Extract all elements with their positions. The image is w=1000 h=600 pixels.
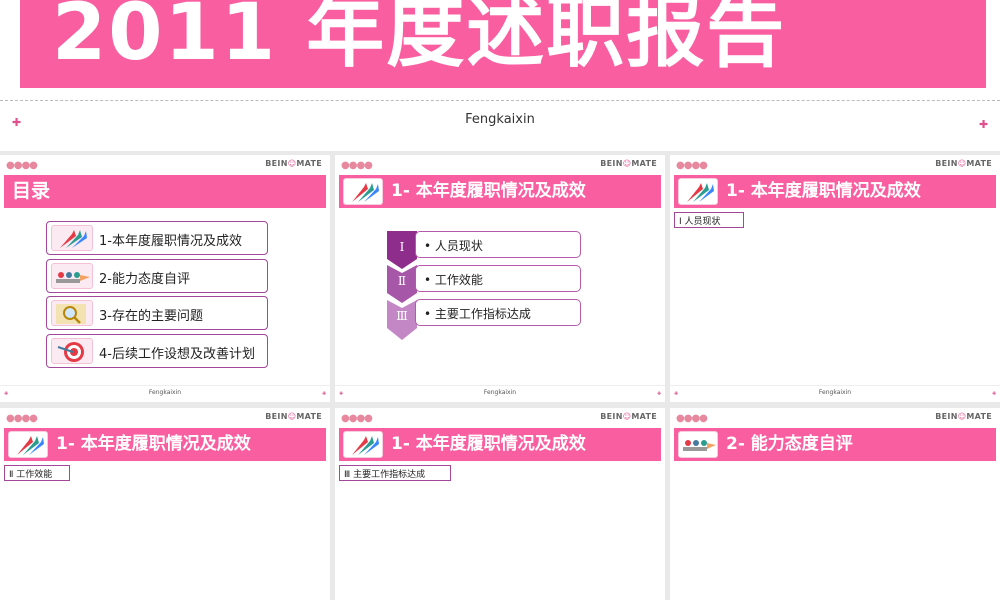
footer-line (0, 385, 330, 386)
pink-dots: ●●●● (341, 160, 373, 171)
toc-item[interactable]: 4-后续工作设想及改善计划 (46, 334, 268, 368)
list-item: • 工作效能 (415, 265, 581, 292)
toc-item-label: 2-能力态度自评 (99, 272, 190, 287)
arrows-icon (343, 178, 383, 205)
pink-dots: ●●●● (676, 413, 708, 424)
list-item: • 主要工作指标达成 (415, 299, 581, 326)
slide-footer-author: Fengkaixin (483, 389, 517, 396)
arrows-icon (8, 431, 48, 458)
brand-logo: BEIN☺MATE (265, 412, 322, 421)
toc-item[interactable]: 2-能力态度自评 (46, 259, 268, 293)
arrows-icon (678, 178, 718, 205)
pink-dots: ●●●● (676, 160, 708, 171)
slide-title-band: 1- 本年度履职情况及成效 (674, 175, 996, 208)
brand-logo: BEIN☺MATE (600, 159, 657, 168)
footer-line (335, 385, 665, 386)
slide-thumbnail-work-efficiency[interactable]: ●●●● BEIN☺MATE 1- 本年度履职情况及成效 Ⅱ 工作效能 (0, 408, 330, 600)
diamond-icon: ✚ (992, 391, 997, 397)
chevron-1: Ⅰ (387, 231, 417, 269)
slide-title: 1- 本年度履职情况及成效 (391, 434, 586, 454)
slide-title-band: 1- 本年度履职情况及成效 (4, 428, 326, 461)
brand-logo: BEIN☺MATE (935, 412, 992, 421)
slide-thumbnail-key-indicators[interactable]: ●●●● BEIN☺MATE 1- 本年度履职情况及成效 Ⅲ 主要工作指标达成 (335, 408, 665, 600)
diamond-icon: ✚ (657, 391, 662, 397)
pink-dots: ●●●● (6, 160, 38, 171)
slide-title-band: 1- 本年度履职情况及成效 (339, 175, 661, 208)
slide-title-band: 目录 (4, 175, 326, 208)
cover-divider (0, 100, 1000, 101)
brand-logo: BEIN☺MATE (265, 159, 322, 168)
slide-title-band: 1- 本年度履职情况及成效 (339, 428, 661, 461)
slide-title: 目录 (12, 180, 51, 202)
section-label: Ⅱ 工作效能 (4, 465, 70, 481)
target-icon (51, 338, 93, 364)
team-arrow-icon (51, 263, 93, 289)
team-arrow-icon (678, 431, 718, 458)
cover-title: 2011 年度述职报告 (52, 0, 787, 78)
slide-title: 1- 本年度履职情况及成效 (726, 181, 921, 201)
slide-footer-author: Fengkaixin (818, 389, 852, 396)
brand-logo: BEIN☺MATE (935, 159, 992, 168)
toc-item-label: 4-后续工作设想及改善计划 (99, 347, 255, 362)
cover-author: Fengkaixin (465, 112, 535, 127)
magnifier-icon (51, 300, 93, 326)
slide-title: 2- 能力态度自评 (726, 434, 853, 454)
chevron-3: Ⅲ (387, 300, 417, 340)
cover-title-band: 2011 年度述职报告 (20, 0, 986, 88)
slide-title: 1- 本年度履职情况及成效 (391, 181, 586, 201)
slide-title: 1- 本年度履职情况及成效 (56, 434, 251, 454)
toc-item[interactable]: 3-存在的主要问题 (46, 296, 268, 330)
section-label: Ⅲ 主要工作指标达成 (339, 465, 451, 481)
toc-item[interactable]: 1-本年度履职情况及成效 (46, 221, 268, 255)
arrows-icon (343, 431, 383, 458)
slide-thumbnail-staff-status[interactable]: ●●●● BEIN☺MATE 1- 本年度履职情况及成效 Ⅰ 人员现状 ✚ Fe… (670, 155, 1000, 402)
brand-logo: BEIN☺MATE (600, 412, 657, 421)
section-label: Ⅰ 人员现状 (674, 212, 744, 228)
slide-thumbnail-performance-overview[interactable]: ●●●● BEIN☺MATE 1- 本年度履职情况及成效 Ⅰ • 人员现状 Ⅱ … (335, 155, 665, 402)
cover-slide[interactable]: 2011 年度述职报告 ✚ Fengkaixin ✚ (0, 0, 1000, 151)
slide-thumbnail-toc[interactable]: ●●●● BEIN☺MATE 目录 1-本年度履职情况及成效 2-能力态度自评 (0, 155, 330, 402)
chevron-2: Ⅱ (387, 265, 417, 303)
diamond-icon: ✚ (322, 391, 327, 397)
toc-item-label: 1-本年度履职情况及成效 (99, 234, 242, 249)
slide-title-band: 2- 能力态度自评 (674, 428, 996, 461)
footer-line (670, 385, 1000, 386)
arrows-icon (51, 225, 93, 251)
slide-thumbnail-ability-self-evaluation[interactable]: ●●●● BEIN☺MATE 2- 能力态度自评 (670, 408, 1000, 600)
diamond-icon: ✚ (979, 118, 989, 131)
list-item: • 人员现状 (415, 231, 581, 258)
toc-item-label: 3-存在的主要问题 (99, 309, 203, 324)
pink-dots: ●●●● (341, 413, 373, 424)
slide-footer-author: Fengkaixin (148, 389, 182, 396)
pink-dots: ●●●● (6, 413, 38, 424)
